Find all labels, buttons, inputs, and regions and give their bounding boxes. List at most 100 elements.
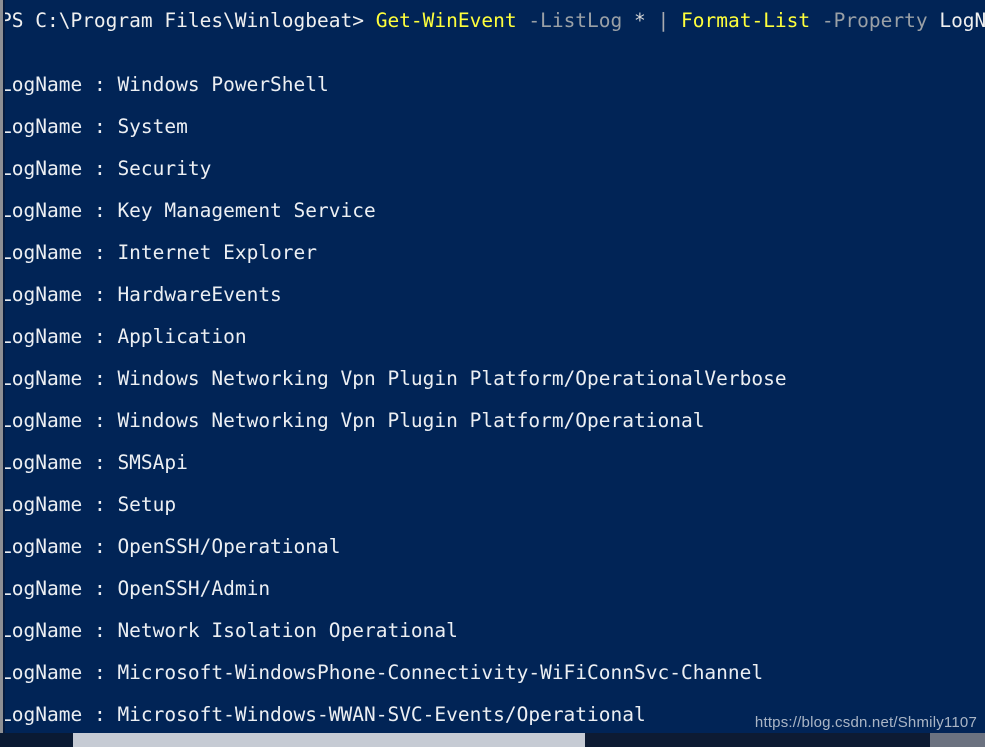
output-gap — [82, 409, 94, 432]
output-line: LogName : HardwareEvents — [0, 284, 282, 306]
output-gap — [106, 241, 118, 264]
output-line: LogName : Microsoft-WindowsPhone-Connect… — [0, 662, 763, 684]
prompt-space-1 — [364, 9, 376, 32]
output-key: LogName — [0, 73, 83, 96]
output-gap — [106, 619, 118, 642]
output-key: LogName — [0, 325, 83, 348]
prompt-space-4 — [646, 9, 658, 32]
output-line: LogName : Windows Networking Vpn Plugin … — [0, 368, 787, 390]
output-gap — [106, 199, 118, 222]
output-gap — [82, 619, 94, 642]
output-line: LogName : System — [0, 116, 188, 138]
command-get-winevent: Get-WinEvent — [375, 9, 517, 32]
output-separator: : — [93, 577, 106, 600]
output-key: LogName — [0, 283, 83, 306]
output-key: LogName — [0, 661, 83, 684]
output-value: OpenSSH/Admin — [117, 577, 271, 600]
output-value: Microsoft-Windows-WWAN-SVC-Events/Operat… — [117, 703, 646, 726]
output-separator: : — [93, 199, 106, 222]
prompt-space-2 — [517, 9, 529, 32]
output-separator: : — [93, 493, 106, 516]
output-gap — [82, 367, 94, 390]
output-line: LogName : Internet Explorer — [0, 242, 317, 264]
output-key: LogName — [0, 241, 83, 264]
output-gap — [106, 451, 118, 474]
scrollbar-track-right[interactable] — [585, 733, 930, 747]
output-value: HardwareEvents — [117, 283, 282, 306]
output-gap — [82, 451, 94, 474]
prompt-space-7 — [928, 9, 940, 32]
output-gap — [106, 409, 118, 432]
prompt-space-5 — [669, 9, 681, 32]
output-gap — [106, 157, 118, 180]
output-value: Internet Explorer — [117, 241, 318, 264]
output-value: Network Isolation Operational — [117, 619, 458, 642]
output-gap — [82, 577, 94, 600]
output-gap — [82, 493, 94, 516]
output-key: LogName — [0, 367, 83, 390]
prompt-path: PS C:\Program Files\Winlogbeat> — [0, 9, 364, 32]
output-separator: : — [93, 115, 106, 138]
output-gap — [106, 535, 118, 558]
output-line: LogName : Key Management Service — [0, 200, 376, 222]
param-listlog: -ListLog — [528, 9, 623, 32]
output-key: LogName — [0, 115, 83, 138]
output-key: LogName — [0, 157, 83, 180]
prompt-line[interactable]: PS C:\Program Files\Winlogbeat> Get-WinE… — [0, 10, 985, 32]
output-value: Microsoft-WindowsPhone-Connectivity-WiFi… — [117, 661, 764, 684]
output-line: LogName : Windows Networking Vpn Plugin … — [0, 410, 704, 432]
output-gap — [106, 325, 118, 348]
command-format-list: Format-List — [681, 9, 811, 32]
output-value: Application — [117, 325, 247, 348]
output-key: LogName — [0, 451, 83, 474]
output-gap — [82, 661, 94, 684]
pipe-operator: | — [657, 9, 670, 32]
console-screen[interactable]: PS C:\Program Files\Winlogbeat> Get-WinE… — [0, 0, 985, 733]
scrollbar-track-left[interactable] — [0, 733, 73, 747]
output-line: LogName : OpenSSH/Operational — [0, 536, 341, 558]
output-separator: : — [93, 661, 106, 684]
param-property: -Property — [821, 9, 928, 32]
output-gap — [82, 703, 94, 726]
output-gap — [106, 661, 118, 684]
output-key: LogName — [0, 619, 83, 642]
output-line: LogName : SMSApi — [0, 452, 188, 474]
scrollbar-thumb[interactable] — [73, 733, 585, 747]
window-left-edge-inner — [3, 0, 5, 747]
output-line: LogName : Network Isolation Operational — [0, 620, 458, 642]
watermark-text: https://blog.csdn.net/Shmily1107 — [754, 714, 977, 731]
output-gap — [82, 115, 94, 138]
output-value: Windows Networking Vpn Plugin Platform/O… — [117, 367, 787, 390]
output-gap — [106, 367, 118, 390]
output-gap — [82, 157, 94, 180]
output-value: Setup — [117, 493, 177, 516]
output-separator: : — [93, 451, 106, 474]
output-key: LogName — [0, 577, 83, 600]
output-key: LogName — [0, 493, 83, 516]
output-separator: : — [93, 535, 106, 558]
output-gap — [106, 493, 118, 516]
output-value: Key Management Service — [117, 199, 376, 222]
output-gap — [82, 73, 94, 96]
output-gap — [106, 283, 118, 306]
output-separator: : — [93, 241, 106, 264]
output-separator: : — [93, 367, 106, 390]
output-gap — [106, 73, 118, 96]
arg-logname: LogName — [939, 9, 985, 32]
param-wildcard: * — [634, 9, 646, 32]
output-value: OpenSSH/Operational — [117, 535, 341, 558]
output-line: LogName : Windows PowerShell — [0, 74, 329, 96]
output-key: LogName — [0, 535, 83, 558]
output-line: LogName : Security — [0, 158, 211, 180]
output-separator: : — [93, 409, 106, 432]
output-gap — [82, 535, 94, 558]
scrollbar-end-cap[interactable] — [930, 733, 985, 747]
output-value: SMSApi — [117, 451, 188, 474]
output-value: Windows Networking Vpn Plugin Platform/O… — [117, 409, 705, 432]
output-line: LogName : Microsoft-Windows-WWAN-SVC-Eve… — [0, 704, 646, 726]
powershell-console-window[interactable]: PS C:\Program Files\Winlogbeat> Get-WinE… — [0, 0, 985, 747]
output-separator: : — [93, 157, 106, 180]
output-key: LogName — [0, 199, 83, 222]
horizontal-scrollbar[interactable] — [0, 733, 985, 747]
output-value: Security — [117, 157, 212, 180]
